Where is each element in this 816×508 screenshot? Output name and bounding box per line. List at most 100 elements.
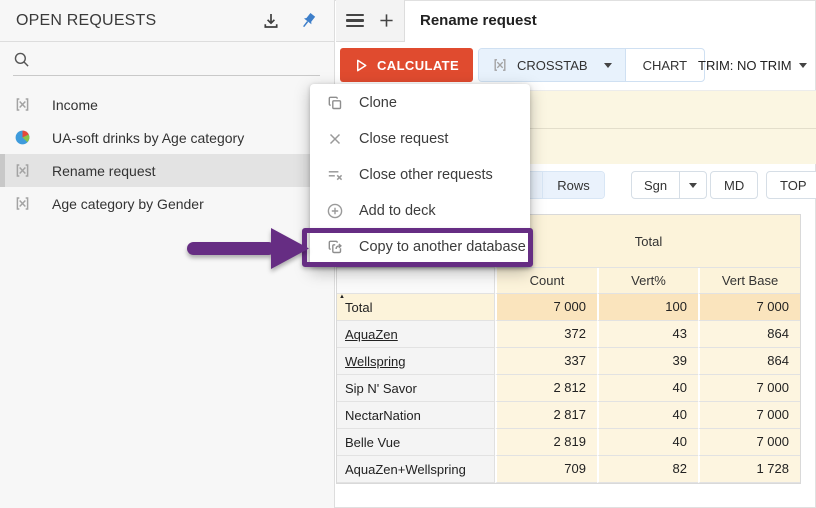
sidebar-item-label: Rename request	[52, 163, 156, 179]
menu-item[interactable]: Close request	[310, 121, 530, 157]
sidebar-item-label: Income	[52, 97, 98, 113]
menu-item-label: Copy to another database	[359, 239, 526, 255]
table-row: AquaZen37243864	[337, 321, 800, 348]
cell-value: 7 000	[698, 402, 800, 429]
menu-item[interactable]: Copy to another database	[310, 229, 530, 265]
top-button[interactable]: TOP	[766, 171, 816, 199]
close-icon	[326, 130, 344, 148]
row-label[interactable]: AquaZen+Wellspring	[337, 456, 495, 483]
close-other-icon	[326, 166, 344, 184]
crosstab-icon	[14, 96, 31, 113]
copy-arrow-icon	[326, 238, 344, 256]
page-title: Rename request	[420, 0, 537, 42]
play-icon	[354, 58, 369, 73]
menu-item-label: Close other requests	[359, 167, 493, 183]
cell-value: 40	[597, 429, 698, 456]
menu-item[interactable]: Close other requests	[310, 157, 530, 193]
crosstab-icon	[14, 195, 31, 212]
column-header[interactable]: Vert%	[597, 268, 698, 294]
cell-value: 82	[597, 456, 698, 483]
cell-value: 2 819	[495, 429, 597, 456]
chevron-down-icon	[689, 183, 697, 188]
sidebar-item[interactable]: Age category by Gender	[0, 187, 334, 220]
row-label[interactable]: AquaZen	[337, 321, 495, 348]
clone-icon	[326, 94, 344, 112]
rows-button[interactable]: Rows	[543, 172, 604, 198]
cell-value: 7 000	[698, 375, 800, 402]
cell-value: 40	[597, 402, 698, 429]
sidebar-header: OPEN REQUESTS	[0, 0, 334, 42]
sgn-button[interactable]: Sgn	[632, 172, 679, 198]
row-label[interactable]: Sip N' Savor	[337, 375, 495, 402]
cell-value: 39	[597, 348, 698, 375]
cell-value: 43	[597, 321, 698, 348]
add-request-icon[interactable]	[379, 13, 394, 28]
table-row: AquaZen+Wellspring709821 728	[337, 456, 800, 483]
row-label[interactable]: NectarNation	[337, 402, 495, 429]
cell-value: 1 728	[698, 456, 800, 483]
app-window: OPEN REQUESTS	[0, 0, 816, 508]
column-header[interactable]: Vert Base	[698, 268, 800, 294]
context-menu: Clone Close request Close other requests Ad…	[310, 84, 530, 267]
sidebar-item[interactable]: Rename request	[0, 154, 334, 187]
sort-indicator-icon: ▲	[339, 294, 345, 301]
menu-icon[interactable]	[346, 14, 364, 28]
chart-view-button[interactable]: CHART	[626, 49, 705, 81]
table-row: Sip N' Savor2 812407 000	[337, 375, 800, 402]
table-row: Wellspring33739864	[337, 348, 800, 375]
trim-dropdown[interactable]: TRIM: NO TRIM	[698, 48, 807, 82]
menu-item-label: Clone	[359, 95, 397, 111]
search-input[interactable]	[40, 52, 320, 68]
crosstab-view-button[interactable]: CROSSTAB	[479, 49, 625, 81]
sidebar-item[interactable]: UA-soft drinks by Age category	[0, 121, 334, 154]
view-switch: CROSSTAB CHART	[478, 48, 705, 82]
sidebar-item-label: UA-soft drinks by Age category	[52, 130, 244, 146]
row-label[interactable]: ▲Total	[337, 294, 495, 321]
chevron-down-icon	[604, 63, 612, 68]
chevron-down-icon	[799, 63, 807, 68]
crosstab-icon	[14, 162, 31, 179]
sgn-control: Sgn	[631, 171, 707, 199]
cell-value: 709	[495, 456, 597, 483]
table-row: ▲Total7 0001007 000	[337, 294, 800, 321]
calculate-button[interactable]: CALCULATE	[340, 48, 473, 82]
download-icon[interactable]	[261, 11, 281, 31]
sidebar-search	[13, 44, 320, 76]
cell-value: 2 817	[495, 402, 597, 429]
group-header-cell[interactable]: Total	[495, 215, 800, 268]
request-list: Income UA-soft drinks by Age category Rena…	[0, 88, 334, 220]
sgn-dropdown[interactable]	[680, 172, 706, 198]
pin-icon[interactable]	[298, 11, 318, 31]
md-button[interactable]: MD	[710, 171, 758, 199]
cell-value: 40	[597, 375, 698, 402]
menu-item-label: Add to deck	[359, 203, 436, 219]
table-row: NectarNation2 817407 000	[337, 402, 800, 429]
table-column-header-row: CountVert%Vert Base	[337, 268, 800, 294]
cell-value: 2 812	[495, 375, 597, 402]
pie-chart-icon	[14, 129, 31, 146]
crosstab-icon	[492, 57, 508, 73]
sidebar-title: OPEN REQUESTS	[16, 12, 156, 30]
cell-value: 337	[495, 348, 597, 375]
cell-value: 7 000	[495, 294, 597, 321]
cell-value: 864	[698, 321, 800, 348]
cell-value: 7 000	[698, 294, 800, 321]
table-row: Belle Vue2 819407 000	[337, 429, 800, 456]
row-label[interactable]: Wellspring	[337, 348, 495, 375]
cell-value: 100	[597, 294, 698, 321]
cell-value: 864	[698, 348, 800, 375]
search-icon	[13, 51, 30, 68]
sidebar-item[interactable]: Income	[0, 88, 334, 121]
column-header[interactable]: Count	[495, 268, 597, 294]
sidebar-item-label: Age category by Gender	[52, 196, 204, 212]
row-label[interactable]: Belle Vue	[337, 429, 495, 456]
cell-value: 372	[495, 321, 597, 348]
cell-value: 7 000	[698, 429, 800, 456]
add-circle-icon	[326, 202, 344, 220]
table-stub-cell	[337, 268, 495, 294]
menu-item[interactable]: Add to deck	[310, 193, 530, 229]
panel-controls	[336, 0, 405, 42]
menu-item[interactable]: Clone	[310, 85, 530, 121]
open-requests-panel: OPEN REQUESTS	[0, 0, 335, 508]
menu-item-label: Close request	[359, 131, 448, 147]
